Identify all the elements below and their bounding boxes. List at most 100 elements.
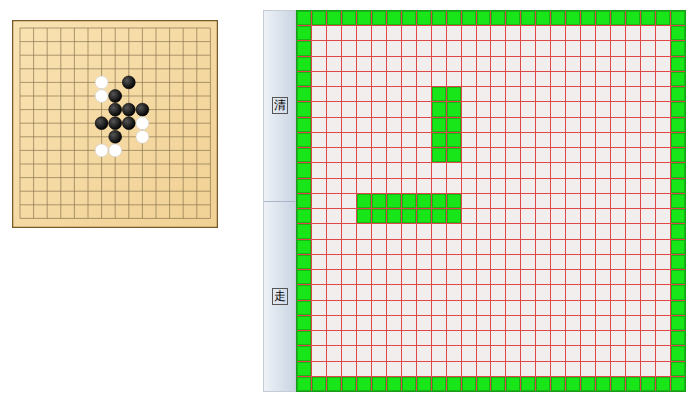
grid-cell [327,72,341,86]
grid-cell [521,316,535,330]
grid-cell [521,362,535,376]
stone [136,117,149,130]
grid-cell [551,377,565,391]
grid-cell [596,270,610,284]
grid-cell [327,57,341,71]
grid-cell [417,270,431,284]
grid-cell [491,362,505,376]
grid-cell [357,270,371,284]
grid-cell [611,255,625,269]
grid-cell [491,255,505,269]
grid-cell [551,301,565,315]
grid-cell [581,163,595,177]
grid-cell [387,346,401,360]
grid-cell [297,285,311,299]
grid-cell [402,148,416,162]
grid-cell [491,194,505,208]
grid-cell [417,194,431,208]
grid-cell [387,87,401,101]
grid-cell [506,179,520,193]
grid-cell [611,148,625,162]
grid-cell [402,346,416,360]
grid-cell [611,41,625,55]
grid-cell [551,87,565,101]
grid-cell [387,301,401,315]
grid-cell [432,209,446,223]
grid-cell [327,270,341,284]
grid-cell [447,362,461,376]
game-grid[interactable] [296,10,686,392]
grid-cell [551,102,565,116]
grid-cell [372,194,386,208]
stone [109,117,122,130]
grid-cell [596,209,610,223]
grid-cell [551,41,565,55]
grid-cell [641,362,655,376]
grid-cell [581,11,595,25]
grid-cell [611,316,625,330]
grid-cell [671,26,685,40]
grid-cell [312,133,326,147]
grid-cell [327,301,341,315]
grid-cell [342,11,356,25]
grid-cell [342,240,356,254]
grid-cell [327,346,341,360]
grid-cell [432,240,446,254]
grid-cell [656,331,670,345]
grid-cell [357,224,371,238]
grid-cell [521,11,535,25]
grid-cell [297,255,311,269]
grid-cell [551,118,565,132]
grid-cell [417,240,431,254]
grid-cell [402,362,416,376]
grid-cell [641,194,655,208]
grid-cell [596,194,610,208]
grid-cell [297,102,311,116]
grid-cell [596,26,610,40]
grid-cell [566,87,580,101]
grid-cell [432,102,446,116]
grid-cell [521,301,535,315]
grid-cell [447,285,461,299]
grid-cell [626,316,640,330]
grid-cell [521,377,535,391]
grid-cell [491,316,505,330]
side-button[interactable]: 清 [264,11,295,202]
grid-cell [402,72,416,86]
grid-cell [327,118,341,132]
grid-cell [581,362,595,376]
grid-cell [432,133,446,147]
grid-cell [357,362,371,376]
grid-cell [536,57,550,71]
grid-cell [462,11,476,25]
grid-cell [566,179,580,193]
grid-cell [312,148,326,162]
grid-cell [312,240,326,254]
grid-cell [312,194,326,208]
grid-cell [417,224,431,238]
grid-cell [372,87,386,101]
side-button[interactable]: 走 [264,202,295,392]
grid-cell [462,118,476,132]
grid-cell [312,179,326,193]
grid-cell [671,72,685,86]
grid-cell [342,362,356,376]
grid-cell [477,316,491,330]
grid-cell [491,133,505,147]
grid-cell [626,118,640,132]
grid-cell [417,57,431,71]
grid-cell [611,133,625,147]
grid-cell [656,194,670,208]
grid-cell [342,133,356,147]
grid-cell [491,57,505,71]
grid-cell [506,346,520,360]
grid-cell [611,87,625,101]
grid-cell [297,224,311,238]
grid-cell [462,346,476,360]
grid-cell [312,346,326,360]
grid-cell [342,301,356,315]
button-column: 清走 [263,10,296,392]
gomoku-board[interactable] [12,20,218,228]
grid-cell [342,377,356,391]
grid-cell [641,102,655,116]
